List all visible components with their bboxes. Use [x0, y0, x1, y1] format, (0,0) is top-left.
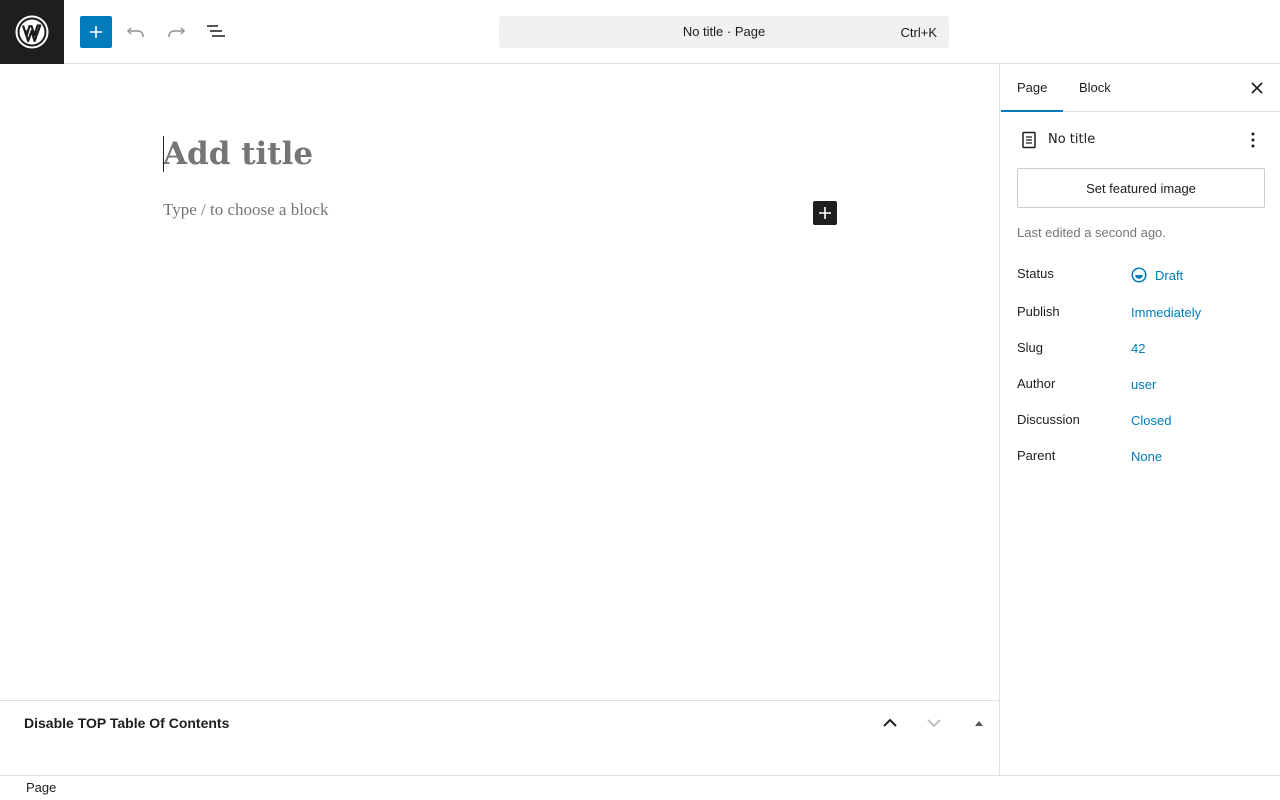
post-title-field[interactable]: Add title	[163, 135, 313, 173]
property-label: Slug	[1017, 340, 1044, 355]
property-label: Publish	[1017, 304, 1060, 319]
chevron-down-icon	[927, 719, 941, 728]
breadcrumb[interactable]: Page	[26, 780, 56, 795]
text-caret	[163, 136, 164, 172]
page-icon	[1017, 128, 1041, 152]
slug-toggle[interactable]: 42	[1131, 341, 1145, 356]
command-shortcut: Ctrl+K	[900, 25, 937, 40]
caret-up-icon	[975, 721, 983, 726]
title-placeholder: Add title	[163, 136, 314, 172]
tab-block[interactable]: Block	[1063, 64, 1127, 112]
more-vertical-icon	[1251, 132, 1255, 148]
property-label: Status	[1017, 266, 1054, 281]
property-row-slug: Slug 42	[1017, 338, 1265, 374]
close-icon	[1251, 82, 1263, 94]
document-card: No title	[1017, 128, 1265, 152]
toggle-panel-button[interactable]	[967, 711, 991, 735]
document-title: No title	[1048, 132, 1096, 147]
inline-block-inserter-button[interactable]	[813, 201, 837, 225]
undo-icon	[126, 27, 144, 37]
property-row-status: Status Draft	[1017, 264, 1265, 302]
chevron-up-icon	[883, 718, 897, 727]
discussion-toggle[interactable]: Closed	[1131, 413, 1171, 428]
plus-icon	[90, 26, 102, 38]
status-toggle[interactable]: Draft	[1131, 267, 1183, 283]
undo-button[interactable]	[120, 16, 152, 48]
editor-header: No title · Page Ctrl+K	[0, 0, 1280, 64]
redo-button[interactable]	[160, 16, 192, 48]
property-row-parent: Parent None	[1017, 446, 1265, 482]
sidebar-tabs: Page Block	[1000, 64, 1280, 112]
move-up-button[interactable]	[878, 711, 902, 735]
block-inserter-toggle[interactable]	[80, 16, 112, 48]
tab-page[interactable]: Page	[1001, 64, 1063, 112]
metabox-panel: Disable TOP Table Of Contents	[0, 700, 999, 775]
publish-date-toggle[interactable]: Immediately	[1131, 305, 1201, 320]
redo-icon	[168, 27, 186, 37]
plus-icon	[819, 207, 831, 219]
draft-status-icon	[1131, 267, 1147, 283]
parent-toggle[interactable]: None	[1131, 449, 1162, 464]
close-sidebar-button[interactable]	[1245, 76, 1269, 100]
property-label: Parent	[1017, 448, 1056, 463]
list-view-button[interactable]	[200, 16, 232, 48]
status-value: Draft	[1155, 267, 1184, 283]
last-edited-text: Last edited a second ago.	[1017, 225, 1166, 240]
property-label: Discussion	[1017, 412, 1080, 427]
property-row-author: Author user	[1017, 374, 1265, 410]
settings-sidebar: Page Block No title Set featured image L…	[999, 64, 1280, 775]
author-toggle[interactable]: user	[1131, 377, 1156, 392]
default-block-appender[interactable]: Type / to choose a block	[163, 200, 328, 220]
set-featured-image-button[interactable]: Set featured image	[1017, 168, 1265, 208]
wordpress-logo-button[interactable]	[0, 0, 64, 64]
document-title-label: No title · Page	[682, 24, 766, 39]
property-label: Author	[1017, 376, 1056, 391]
wordpress-logo-icon	[15, 15, 49, 49]
command-palette-bar[interactable]: No title · Page Ctrl+K	[499, 16, 949, 48]
page-properties: Status Draft Publish Immediately Slug 42…	[1017, 264, 1265, 482]
property-row-discussion: Discussion Closed	[1017, 410, 1265, 446]
editor-canvas[interactable]: Add title Type / to choose a block	[0, 65, 999, 700]
metabox-title[interactable]: Disable TOP Table Of Contents	[24, 715, 229, 731]
list-view-icon	[207, 25, 225, 37]
property-row-publish: Publish Immediately	[1017, 302, 1265, 338]
move-down-button[interactable]	[922, 711, 946, 735]
document-actions-button[interactable]	[1241, 128, 1265, 152]
editor-footer: Page	[0, 775, 1280, 800]
